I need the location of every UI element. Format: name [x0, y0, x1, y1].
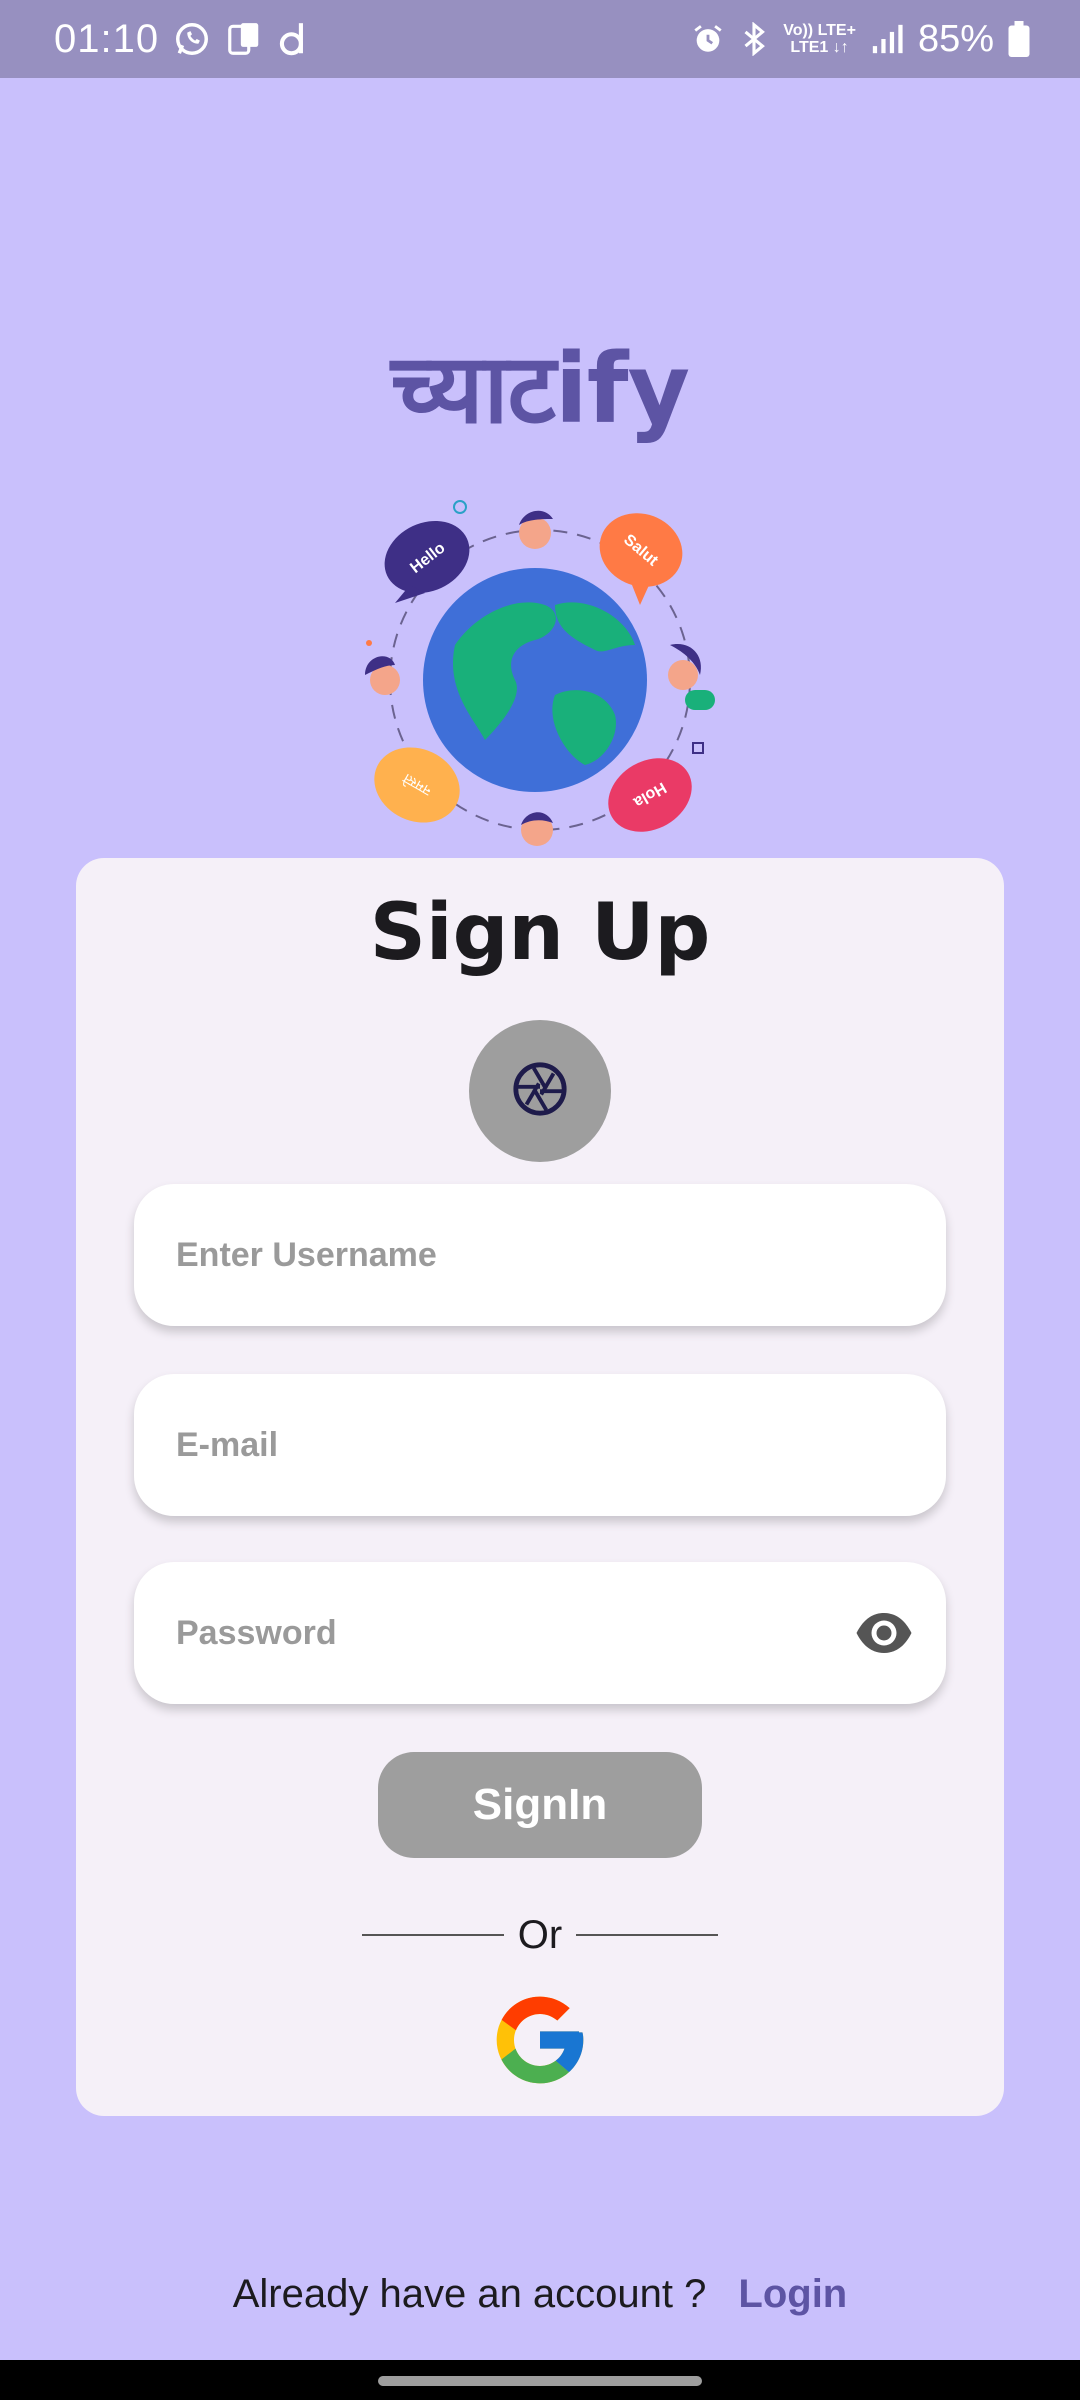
- app-d-icon: [277, 20, 309, 58]
- signup-card: Sign Up SignIn Or: [76, 858, 1004, 2116]
- password-field[interactable]: [134, 1562, 946, 1704]
- bubble-salut: Salut: [599, 513, 683, 605]
- network-type-indicator: Vo)) LTE+ LTE1 ↓↑: [783, 22, 856, 56]
- person-left: [365, 656, 400, 695]
- email-input[interactable]: [176, 1425, 904, 1465]
- status-bar: 01:10 Vo)) LTE+ LTE1 ↓↑ 85%: [0, 0, 1080, 78]
- username-field[interactable]: [134, 1184, 946, 1326]
- battery-percentage: 85%: [917, 17, 994, 60]
- home-gesture-handle[interactable]: [378, 2376, 702, 2386]
- status-right: Vo)) LTE+ LTE1 ↓↑ 85%: [691, 18, 1030, 61]
- or-divider: Or: [362, 1910, 718, 1960]
- bubble-hello: Hello: [384, 521, 470, 603]
- password-input[interactable]: [176, 1613, 817, 1653]
- bluetooth-icon: [739, 22, 769, 56]
- signal-icon: [870, 22, 904, 56]
- status-time: 01:10: [54, 16, 160, 61]
- app-title: च्याटify: [390, 333, 690, 445]
- camera-aperture-icon: [511, 1060, 569, 1122]
- or-divider-line-right: [576, 1934, 718, 1936]
- signin-button[interactable]: SignIn: [378, 1752, 702, 1858]
- phone-sync-icon: [225, 20, 263, 58]
- person-right: [668, 644, 715, 710]
- globe-illustration: Hello Salut Hola नमस्ते: [355, 495, 725, 865]
- google-logo-icon: [488, 1996, 592, 2096]
- google-signin-button[interactable]: [488, 1988, 592, 2092]
- network-line-1: Vo)) LTE+: [783, 22, 856, 39]
- already-have-account-text: Already have an account ?: [232, 2272, 707, 2316]
- alarm-icon: [691, 22, 725, 56]
- login-link[interactable]: Login: [738, 2272, 847, 2317]
- whatsapp-icon: [173, 20, 211, 58]
- email-field[interactable]: [134, 1374, 946, 1516]
- navigation-bar: [0, 2360, 1080, 2400]
- person-top: [519, 510, 553, 549]
- or-text: Or: [517, 1912, 563, 1957]
- signup-title: Sign Up: [369, 888, 711, 978]
- login-prompt: Already have an account ? Login: [0, 2272, 1080, 2317]
- username-input[interactable]: [176, 1235, 904, 1275]
- network-line-2: LTE1 ↓↑: [790, 39, 849, 56]
- toggle-password-visibility-icon[interactable]: [854, 1608, 914, 1662]
- person-bottom: [521, 812, 553, 846]
- status-left: 01:10: [54, 17, 309, 62]
- battery-icon: [1008, 21, 1030, 57]
- profile-photo-button[interactable]: [469, 1020, 611, 1162]
- or-divider-line-left: [362, 1934, 504, 1936]
